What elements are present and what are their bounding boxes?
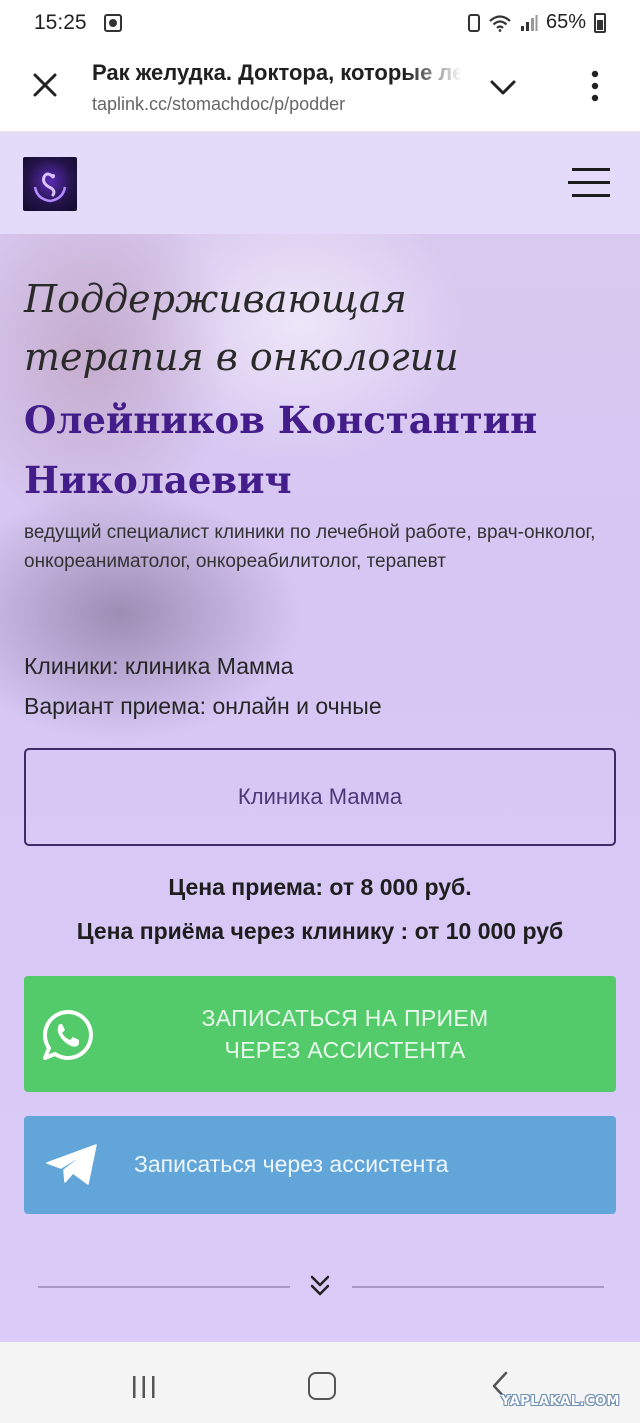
hero-title-line: Поддерживающая xyxy=(24,277,407,321)
signal-icon xyxy=(520,14,538,31)
wifi-icon xyxy=(489,14,511,32)
clinics-line: Клиники: клиника Мамма xyxy=(24,653,294,679)
whatsapp-label-line: ЧЕРЕЗ АССИСТЕНТА xyxy=(224,1037,466,1063)
page-url[interactable]: taplink.cc/stomachdoc/p/podder xyxy=(92,94,345,115)
clinic-button-label: Клиника Мамма xyxy=(237,784,403,809)
site-header xyxy=(0,132,640,234)
gallery-notification-icon xyxy=(104,14,122,32)
doctor-name-line: Николаевич xyxy=(24,458,292,502)
site-logo[interactable] xyxy=(23,157,77,211)
clinic-info: Клиники: клиника Мамма Вариант приема: о… xyxy=(24,646,382,726)
close-icon[interactable] xyxy=(30,70,60,100)
battery-percent: 65% xyxy=(545,11,586,33)
whatsapp-label-line: ЗАПИСАТЬСЯ НА ПРИЕМ xyxy=(201,1005,489,1031)
status-right: 65% xyxy=(467,11,606,34)
whatsapp-button-label: ЗАПИСАТЬСЯ НА ПРИЕМ ЧЕРЕЗ АССИСТЕНТА xyxy=(124,1002,566,1066)
doctor-description: ведущий специалист клиники по лечебной р… xyxy=(24,522,596,572)
doctor-name: Олейников Константин Николаевич xyxy=(24,390,624,510)
price-text: Цена приема: от 8 000 руб. xyxy=(168,874,472,900)
double-chevron-down-icon[interactable] xyxy=(306,1272,334,1300)
whatsapp-booking-button[interactable]: ЗАПИСАТЬСЯ НА ПРИЕМ ЧЕРЕЗ АССИСТЕНТА xyxy=(24,976,616,1092)
hero-title-line: терапия в онкологии xyxy=(24,335,459,379)
telegram-booking-button[interactable]: Записаться через ассистента xyxy=(24,1116,616,1214)
recent-apps-icon[interactable] xyxy=(132,1374,156,1400)
status-bar: 15:25 65% xyxy=(0,0,640,46)
watermark: YAPLAKAL.COM xyxy=(501,1394,620,1409)
hero-title: Поддерживающая терапия в онкологии xyxy=(24,270,624,386)
system-nav-bar: YAPLAKAL.COM xyxy=(0,1342,640,1423)
battery-saver-icon xyxy=(467,13,480,32)
swan-hands-logo-icon xyxy=(33,172,67,203)
clinic-price-text: Цена приёма через клинику : от 10 000 ру… xyxy=(76,918,564,944)
home-icon[interactable] xyxy=(308,1372,336,1400)
doctor-name-line: Олейников Константин xyxy=(24,398,538,442)
page-title: Рак желудка. Доктора, которые лечат рак xyxy=(92,60,462,85)
more-menu-icon[interactable] xyxy=(580,68,610,104)
divider-line xyxy=(352,1286,604,1288)
status-time: 15:25 xyxy=(34,11,87,34)
divider-line xyxy=(38,1286,290,1288)
telegram-icon xyxy=(46,1144,97,1185)
telegram-button-label: Записаться через ассистента xyxy=(134,1151,449,1177)
hamburger-menu-icon[interactable] xyxy=(568,166,612,200)
browser-toolbar: Рак желудка. Доктора, которые лечат рак … xyxy=(0,46,640,132)
clinic-mamma-button[interactable]: Клиника Мамма xyxy=(24,748,616,846)
reception-type-line: Вариант приема: онлайн и очные xyxy=(24,693,382,719)
chevron-down-icon[interactable] xyxy=(488,74,518,100)
whatsapp-icon xyxy=(43,1009,93,1060)
battery-icon xyxy=(594,12,606,33)
